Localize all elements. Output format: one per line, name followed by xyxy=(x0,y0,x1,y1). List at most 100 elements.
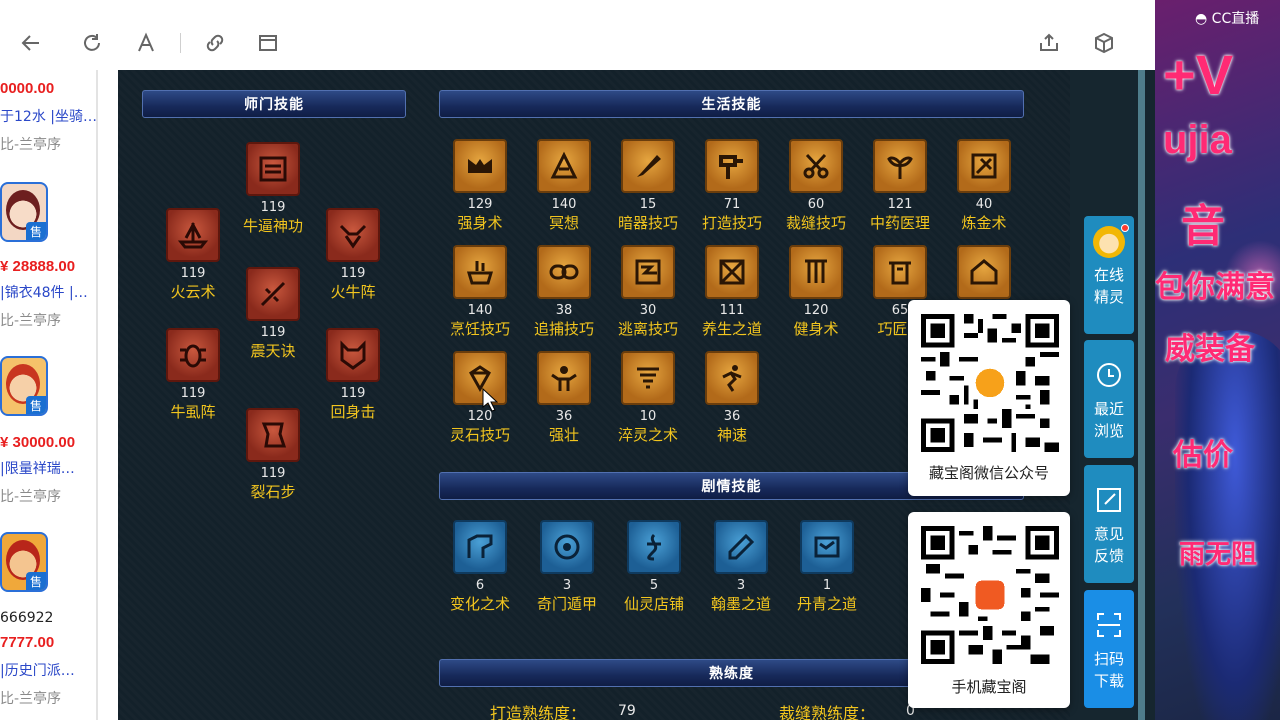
transform-icon xyxy=(453,520,507,574)
escape-icon xyxy=(621,245,675,299)
stream-logo: ◓ CC直播 xyxy=(1195,8,1259,28)
side-button-label: 反馈 xyxy=(1093,547,1124,565)
skill-name: 逃离技巧 xyxy=(617,320,678,338)
life-skill[interactable]: 15 暗器技巧 xyxy=(608,139,688,233)
life-skill[interactable]: 140 冥想 xyxy=(524,139,604,233)
stream-character-silhouette xyxy=(1175,330,1280,720)
online-sprite-button[interactable]: 在线 精灵 xyxy=(1084,216,1134,334)
life-skill[interactable]: 36 神速 xyxy=(692,351,772,445)
life-skill[interactable]: 111 养生之道 xyxy=(692,245,772,339)
skill-name: 中药医理 xyxy=(869,214,930,232)
life-skill[interactable]: 30 逃离技巧 xyxy=(608,245,688,339)
refresh-icon[interactable] xyxy=(77,28,107,58)
cc-logo-icon: ◓ xyxy=(1195,11,1208,27)
back-icon[interactable] xyxy=(16,28,46,58)
listing-tagline[interactable]: |历史门派… xyxy=(0,660,75,680)
strength-icon xyxy=(453,139,507,193)
share-icon[interactable] xyxy=(1034,28,1064,58)
avatar[interactable]: 售 xyxy=(0,532,48,592)
life-skill[interactable]: 38 追捕技巧 xyxy=(524,245,604,339)
skill-name: 裁缝技巧 xyxy=(785,214,846,232)
story-skill[interactable]: 5 仙灵店铺 xyxy=(614,520,694,614)
font-size-icon[interactable] xyxy=(131,28,161,58)
life-skill[interactable]: 129 强身术 xyxy=(440,139,520,233)
side-button-label: 最近 xyxy=(1093,400,1124,418)
avatar[interactable]: 售 xyxy=(0,182,48,242)
listing-tagline[interactable]: |锦衣48件 |… xyxy=(0,282,88,302)
stream-watermark: CC直播 xyxy=(1211,11,1260,27)
edit-icon xyxy=(1097,488,1121,512)
side-button-label: 浏览 xyxy=(1093,422,1124,440)
sold-badge: 售 xyxy=(26,222,46,240)
life-skill[interactable]: 10 淬灵之术 xyxy=(608,351,688,445)
toolbar-separator xyxy=(180,33,181,53)
mobile-app-qr-card[interactable]: 手机藏宝阁 xyxy=(908,512,1070,708)
recent-browse-button[interactable]: 最近 浏览 xyxy=(1084,340,1134,458)
stream-caption: 雨无阻 xyxy=(1179,540,1258,570)
listing-seller: 比-兰亭序 xyxy=(0,489,62,505)
wechat-qr-card[interactable]: 藏宝阁微信公众号 xyxy=(908,300,1070,496)
scan-download-button[interactable]: 扫码 下载 xyxy=(1084,590,1134,708)
stream-caption: 包你满意 xyxy=(1155,270,1275,305)
qr-code xyxy=(921,526,1059,664)
life-skill[interactable]: 121 中药医理 xyxy=(860,139,940,233)
story-skill[interactable]: 1 丹青之道 xyxy=(787,520,867,614)
shimen-skill[interactable]: 119 火云术 xyxy=(153,208,233,302)
skill-name: 打造技巧 xyxy=(701,214,762,232)
shimen-skill[interactable]: 119 裂石步 xyxy=(233,408,313,502)
skill-level: 30 xyxy=(639,303,657,318)
skill-level: 119 xyxy=(340,386,366,401)
listing-price: ¥ 28888.00 xyxy=(0,258,76,275)
listing-seller: 比-兰亭序 xyxy=(0,691,62,707)
muscle-icon xyxy=(537,351,591,405)
house-icon xyxy=(957,245,1011,299)
cube-icon[interactable] xyxy=(1089,28,1119,58)
story-skill[interactable]: 3 奇门遁甲 xyxy=(527,520,607,614)
story-skill[interactable]: 3 翰墨之道 xyxy=(701,520,781,614)
life-skill[interactable]: 120 健身术 xyxy=(776,245,856,339)
listing-price: 7777.00 xyxy=(0,634,55,651)
shimen-skill[interactable]: 119 回身击 xyxy=(313,328,393,422)
life-skill[interactable]: 36 强壮 xyxy=(524,351,604,445)
avatar[interactable]: 售 xyxy=(0,356,48,416)
shimen-skill[interactable]: 119 牛虱阵 xyxy=(153,328,233,422)
skill-level: 38 xyxy=(555,303,573,318)
strip-scrollbar[interactable] xyxy=(1138,70,1145,720)
listing-tagline[interactable]: |限量祥瑞… xyxy=(0,458,75,478)
demon-mask-icon xyxy=(326,328,380,382)
life-skill[interactable]: 40 炼金术 xyxy=(944,139,1024,233)
life-skill[interactable]: 140 烹饪技巧 xyxy=(440,245,520,339)
skill-name: 火牛阵 xyxy=(330,283,376,301)
skill-level: 1 xyxy=(822,578,832,593)
listing-seller: 比-兰亭序 xyxy=(0,313,62,329)
listing-tagline[interactable]: 于12水 |坐骑… xyxy=(0,106,97,126)
link-icon[interactable] xyxy=(200,28,230,58)
skill-level: 119 xyxy=(260,466,286,481)
shimen-skill[interactable]: 119 火牛阵 xyxy=(313,208,393,302)
skill-level: 6 xyxy=(475,578,485,593)
life-skill[interactable] xyxy=(944,245,1024,303)
story-skill[interactable]: 6 变化之术 xyxy=(440,520,520,614)
window-icon[interactable] xyxy=(253,28,283,58)
skill-level: 60 xyxy=(807,197,825,212)
skill-level: 119 xyxy=(180,266,206,281)
skill-name: 冥想 xyxy=(548,214,579,232)
skill-name: 强身术 xyxy=(457,214,503,232)
hammer-icon xyxy=(705,139,759,193)
side-button-label: 在线 xyxy=(1093,266,1124,284)
life-skill[interactable]: 60 裁缝技巧 xyxy=(776,139,856,233)
herb-icon xyxy=(873,139,927,193)
skill-level: 119 xyxy=(340,266,366,281)
shimen-skill[interactable]: 119 震天诀 xyxy=(233,267,313,361)
life-skill[interactable]: 71 打造技巧 xyxy=(692,139,772,233)
qr-caption: 手机藏宝阁 xyxy=(951,678,1027,696)
feedback-button[interactable]: 意见 反馈 xyxy=(1084,465,1134,583)
skill-name: 神速 xyxy=(716,426,747,444)
life-skill[interactable]: 120 灵石技巧 xyxy=(440,351,520,445)
side-button-label: 下载 xyxy=(1093,672,1124,690)
shimen-skill[interactable]: 119 牛逼神功 xyxy=(233,142,313,236)
skill-level: 120 xyxy=(467,409,493,424)
section-header-shenghuo: 生活技能 xyxy=(439,90,1024,118)
skill-level: 129 xyxy=(467,197,493,212)
side-button-label: 扫码 xyxy=(1093,650,1124,668)
